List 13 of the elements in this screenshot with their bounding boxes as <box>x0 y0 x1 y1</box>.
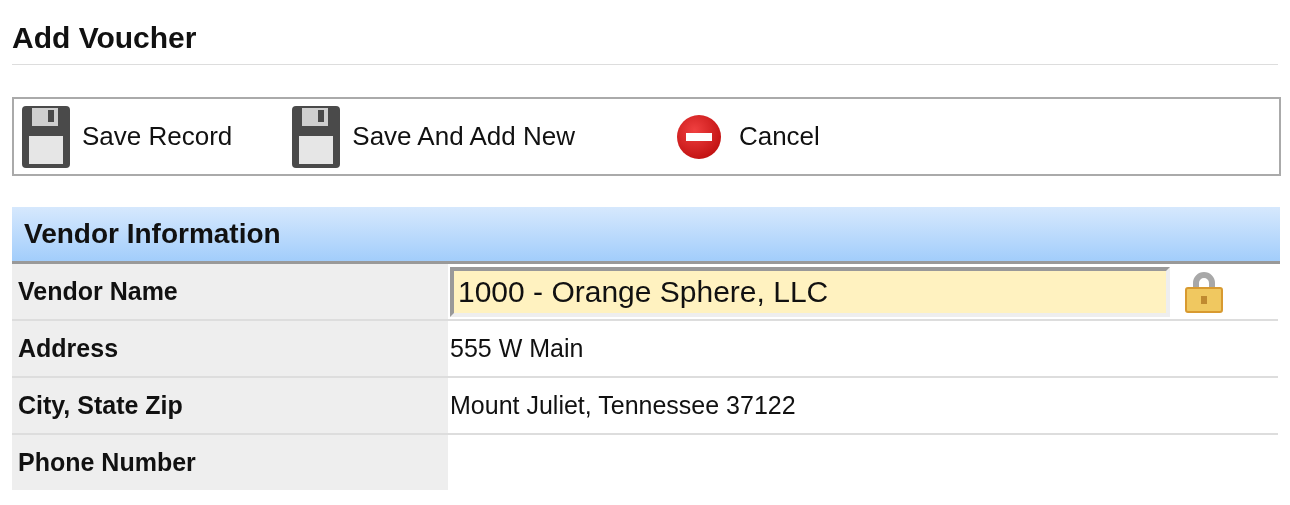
section-title: Vendor Information <box>24 217 281 251</box>
field-value: Mount Juliet, Tennessee 37122 <box>450 389 796 421</box>
page-title: Add Voucher <box>12 20 197 56</box>
field-label: Vendor Name <box>12 264 448 319</box>
stop-icon <box>674 112 723 161</box>
field-label: City, State Zip <box>12 378 448 433</box>
vendor-name-field[interactable]: 1000 - Orange Sphere, LLC <box>450 266 1170 317</box>
field-label: Phone Number <box>12 435 448 490</box>
field-label: Address <box>12 321 448 376</box>
field-value: 555 W Main <box>450 332 584 364</box>
save-button[interactable]: Save And Add New <box>292 105 575 168</box>
cancel-button[interactable]: Cancel <box>674 112 820 161</box>
save-button[interactable]: Save Record <box>22 105 233 168</box>
